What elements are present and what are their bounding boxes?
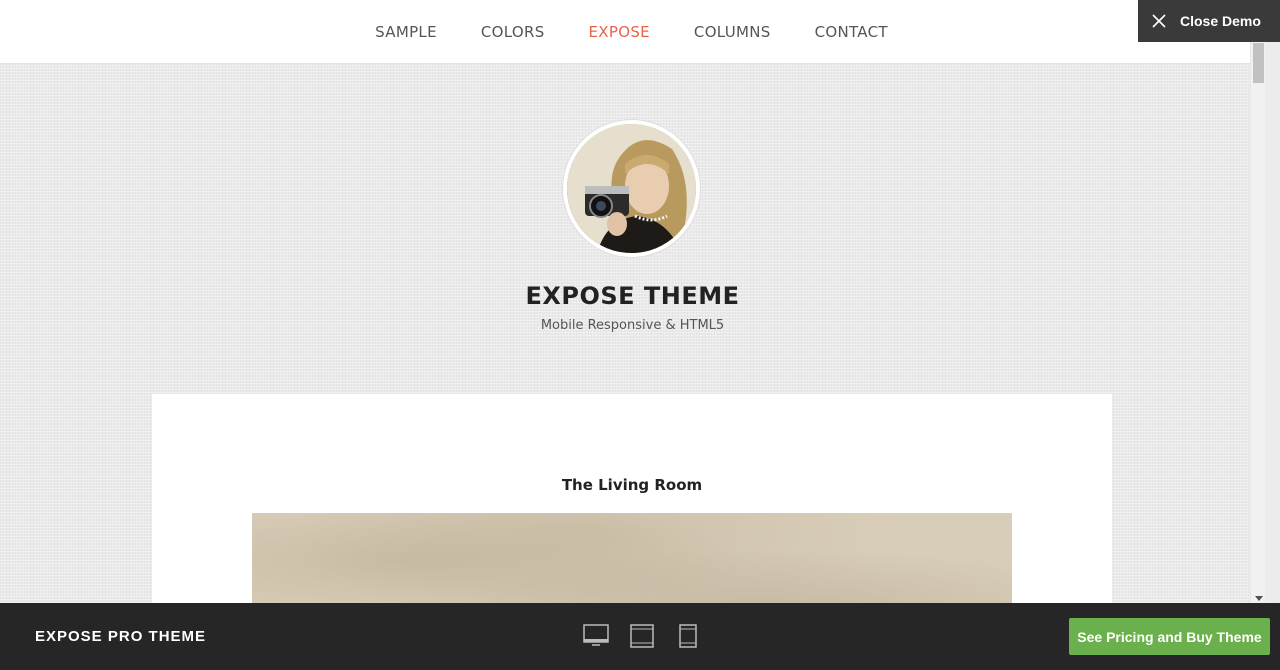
top-navigation: SAMPLE COLORS EXPOSE COLUMNS CONTACT bbox=[0, 0, 1265, 64]
nav-item-columns[interactable]: COLUMNS bbox=[694, 23, 771, 41]
desktop-icon[interactable] bbox=[583, 623, 609, 649]
post-image[interactable] bbox=[252, 513, 1012, 603]
mobile-icon[interactable] bbox=[675, 623, 701, 649]
avatar-photo bbox=[567, 124, 696, 253]
post-title[interactable]: The Living Room bbox=[152, 476, 1112, 494]
device-switcher bbox=[583, 623, 701, 649]
close-demo-button[interactable]: Close Demo bbox=[1138, 0, 1280, 42]
scrollbar-thumb[interactable] bbox=[1253, 43, 1264, 83]
avatar bbox=[563, 120, 700, 257]
post-card: The Living Room bbox=[152, 394, 1112, 603]
close-icon bbox=[1138, 0, 1180, 42]
close-demo-label: Close Demo bbox=[1180, 13, 1261, 29]
site-subtitle: Mobile Responsive & HTML5 bbox=[540, 318, 725, 333]
buy-theme-button[interactable]: See Pricing and Buy Theme bbox=[1069, 618, 1270, 655]
theme-name: EXPOSE PRO THEME bbox=[35, 628, 207, 645]
nav-item-sample[interactable]: SAMPLE bbox=[375, 23, 437, 41]
nav-item-contact[interactable]: CONTACT bbox=[815, 23, 888, 41]
bottom-bar: EXPOSE PRO THEME See Pricing and Buy The… bbox=[0, 603, 1280, 670]
demo-viewport: SAMPLE COLORS EXPOSE COLUMNS CONTACT EXP… bbox=[0, 0, 1265, 603]
nav-item-expose[interactable]: EXPOSE bbox=[589, 23, 650, 41]
nav-item-colors[interactable]: COLORS bbox=[481, 23, 545, 41]
photographer-illustration bbox=[567, 124, 696, 253]
tablet-icon[interactable] bbox=[629, 623, 655, 649]
site-title: EXPOSE THEME bbox=[525, 282, 740, 310]
scroll-down-arrow-icon[interactable] bbox=[1255, 596, 1263, 601]
vertical-scrollbar[interactable] bbox=[1250, 0, 1265, 603]
